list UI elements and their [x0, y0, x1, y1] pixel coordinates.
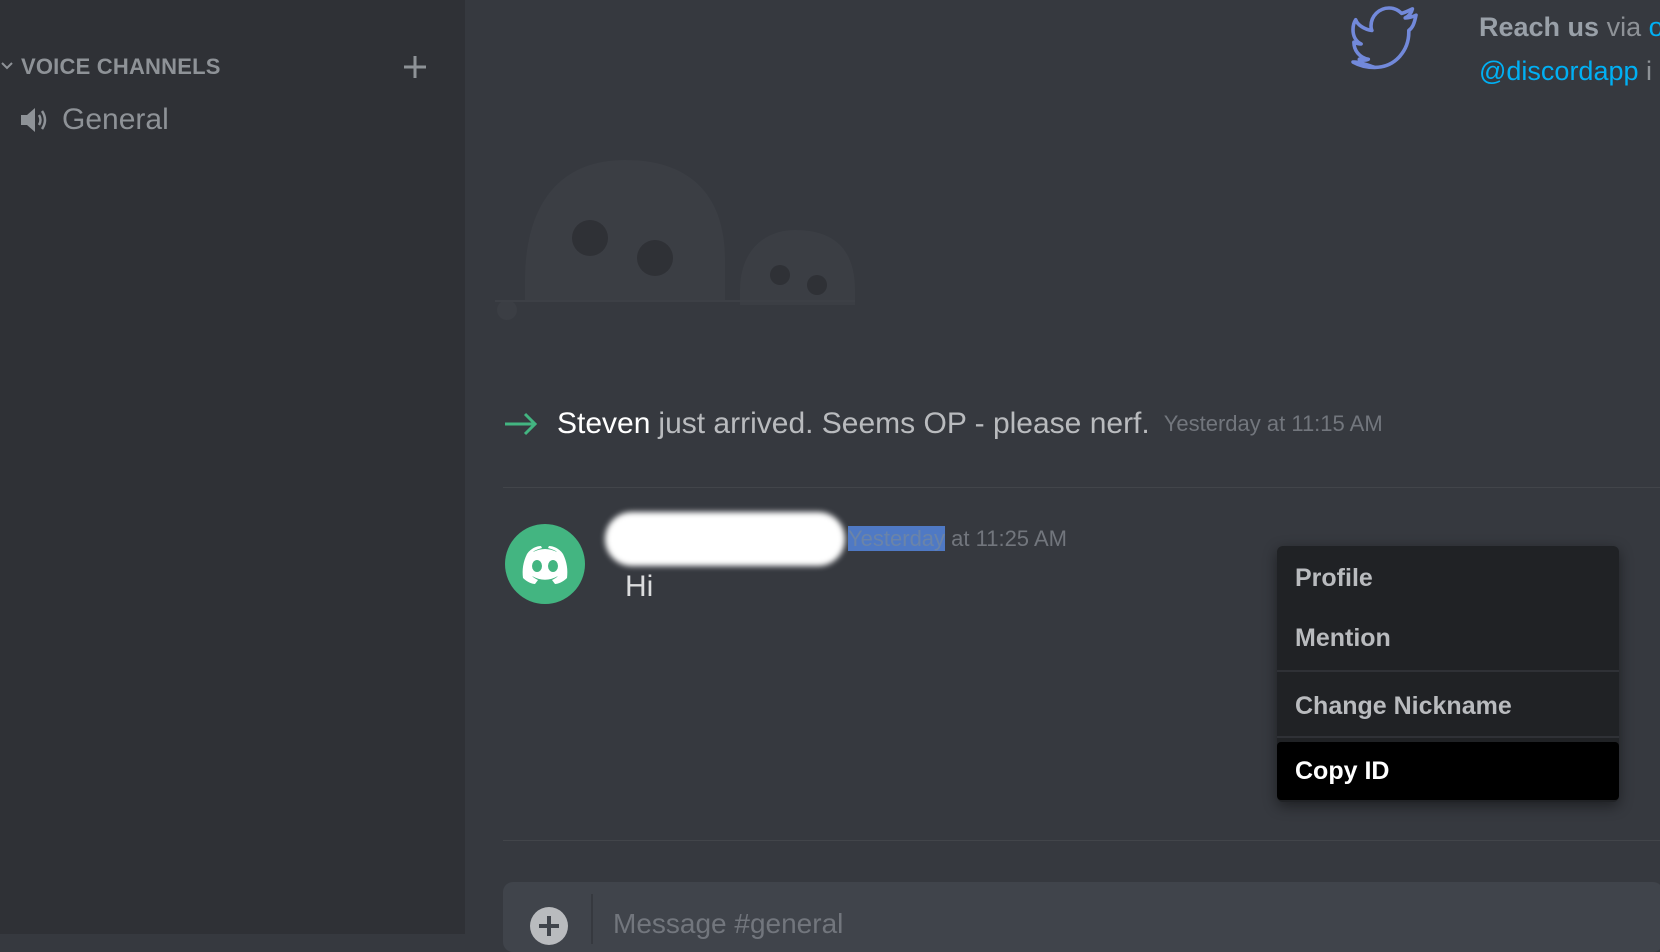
arrow-right-icon: [505, 412, 538, 436]
upload-plus-icon[interactable]: [529, 906, 569, 946]
member-join-message: Steven just arrived. Seems OP - please n…: [503, 402, 1383, 446]
twitter-handle-trailing: i: [1638, 56, 1652, 86]
welcome-illustration: [495, 160, 855, 320]
reach-us-text: Reach us via o: [1479, 12, 1660, 43]
reach-us-link[interactable]: o: [1649, 12, 1660, 42]
message-content: Hi: [625, 570, 654, 603]
twitter-handle-link[interactable]: @discordapp: [1479, 56, 1639, 86]
timestamp-selected-text: Yesterday: [848, 526, 946, 551]
join-timestamp: Yesterday at 11:15 AM: [1163, 411, 1383, 436]
voice-channel-general[interactable]: General: [12, 98, 442, 142]
menu-item-change-nickname[interactable]: Change Nickname: [1277, 676, 1619, 736]
reach-us-label: Reach us: [1479, 12, 1600, 42]
menu-separator: [1277, 670, 1619, 672]
voice-channels-header[interactable]: VOICE CHANNELS: [0, 48, 440, 84]
message-composer: [503, 882, 1660, 952]
discord-logo-icon: [522, 546, 568, 584]
user-context-menu: Profile Mention Change Nickname Copy ID: [1277, 546, 1619, 802]
twitter-handle-line: @discordapp i: [1479, 56, 1652, 87]
menu-separator: [1277, 736, 1619, 738]
twitter-icon[interactable]: [1349, 6, 1423, 72]
message-timestamp: Yesterday at 11:25 AM: [848, 526, 1067, 552]
message-divider: [503, 487, 1660, 488]
join-text: just arrived. Seems OP - please nerf.: [658, 407, 1150, 440]
timestamp-rest: at 11:25 AM: [945, 526, 1067, 551]
reach-us-via: via: [1599, 12, 1649, 42]
composer-separator: [591, 894, 593, 944]
menu-item-mention[interactable]: Mention: [1277, 608, 1619, 668]
menu-item-profile[interactable]: Profile: [1277, 548, 1619, 608]
message-input[interactable]: [613, 904, 1513, 944]
voice-channels-title: VOICE CHANNELS: [21, 54, 221, 79]
chat-area: Reach us via o @discordapp i Steven just…: [465, 0, 1660, 952]
add-channel-icon[interactable]: [400, 52, 430, 82]
channel-sidebar: VOICE CHANNELS General: [0, 0, 465, 934]
menu-item-copy-id[interactable]: Copy ID: [1277, 742, 1619, 800]
avatar[interactable]: [505, 524, 585, 604]
message-author-redacted[interactable]: [605, 512, 845, 566]
composer-divider: [503, 840, 1660, 841]
chevron-down-icon[interactable]: [0, 58, 14, 72]
channel-name: General: [62, 103, 169, 136]
speaker-icon: [21, 108, 47, 132]
join-username[interactable]: Steven: [557, 407, 650, 441]
